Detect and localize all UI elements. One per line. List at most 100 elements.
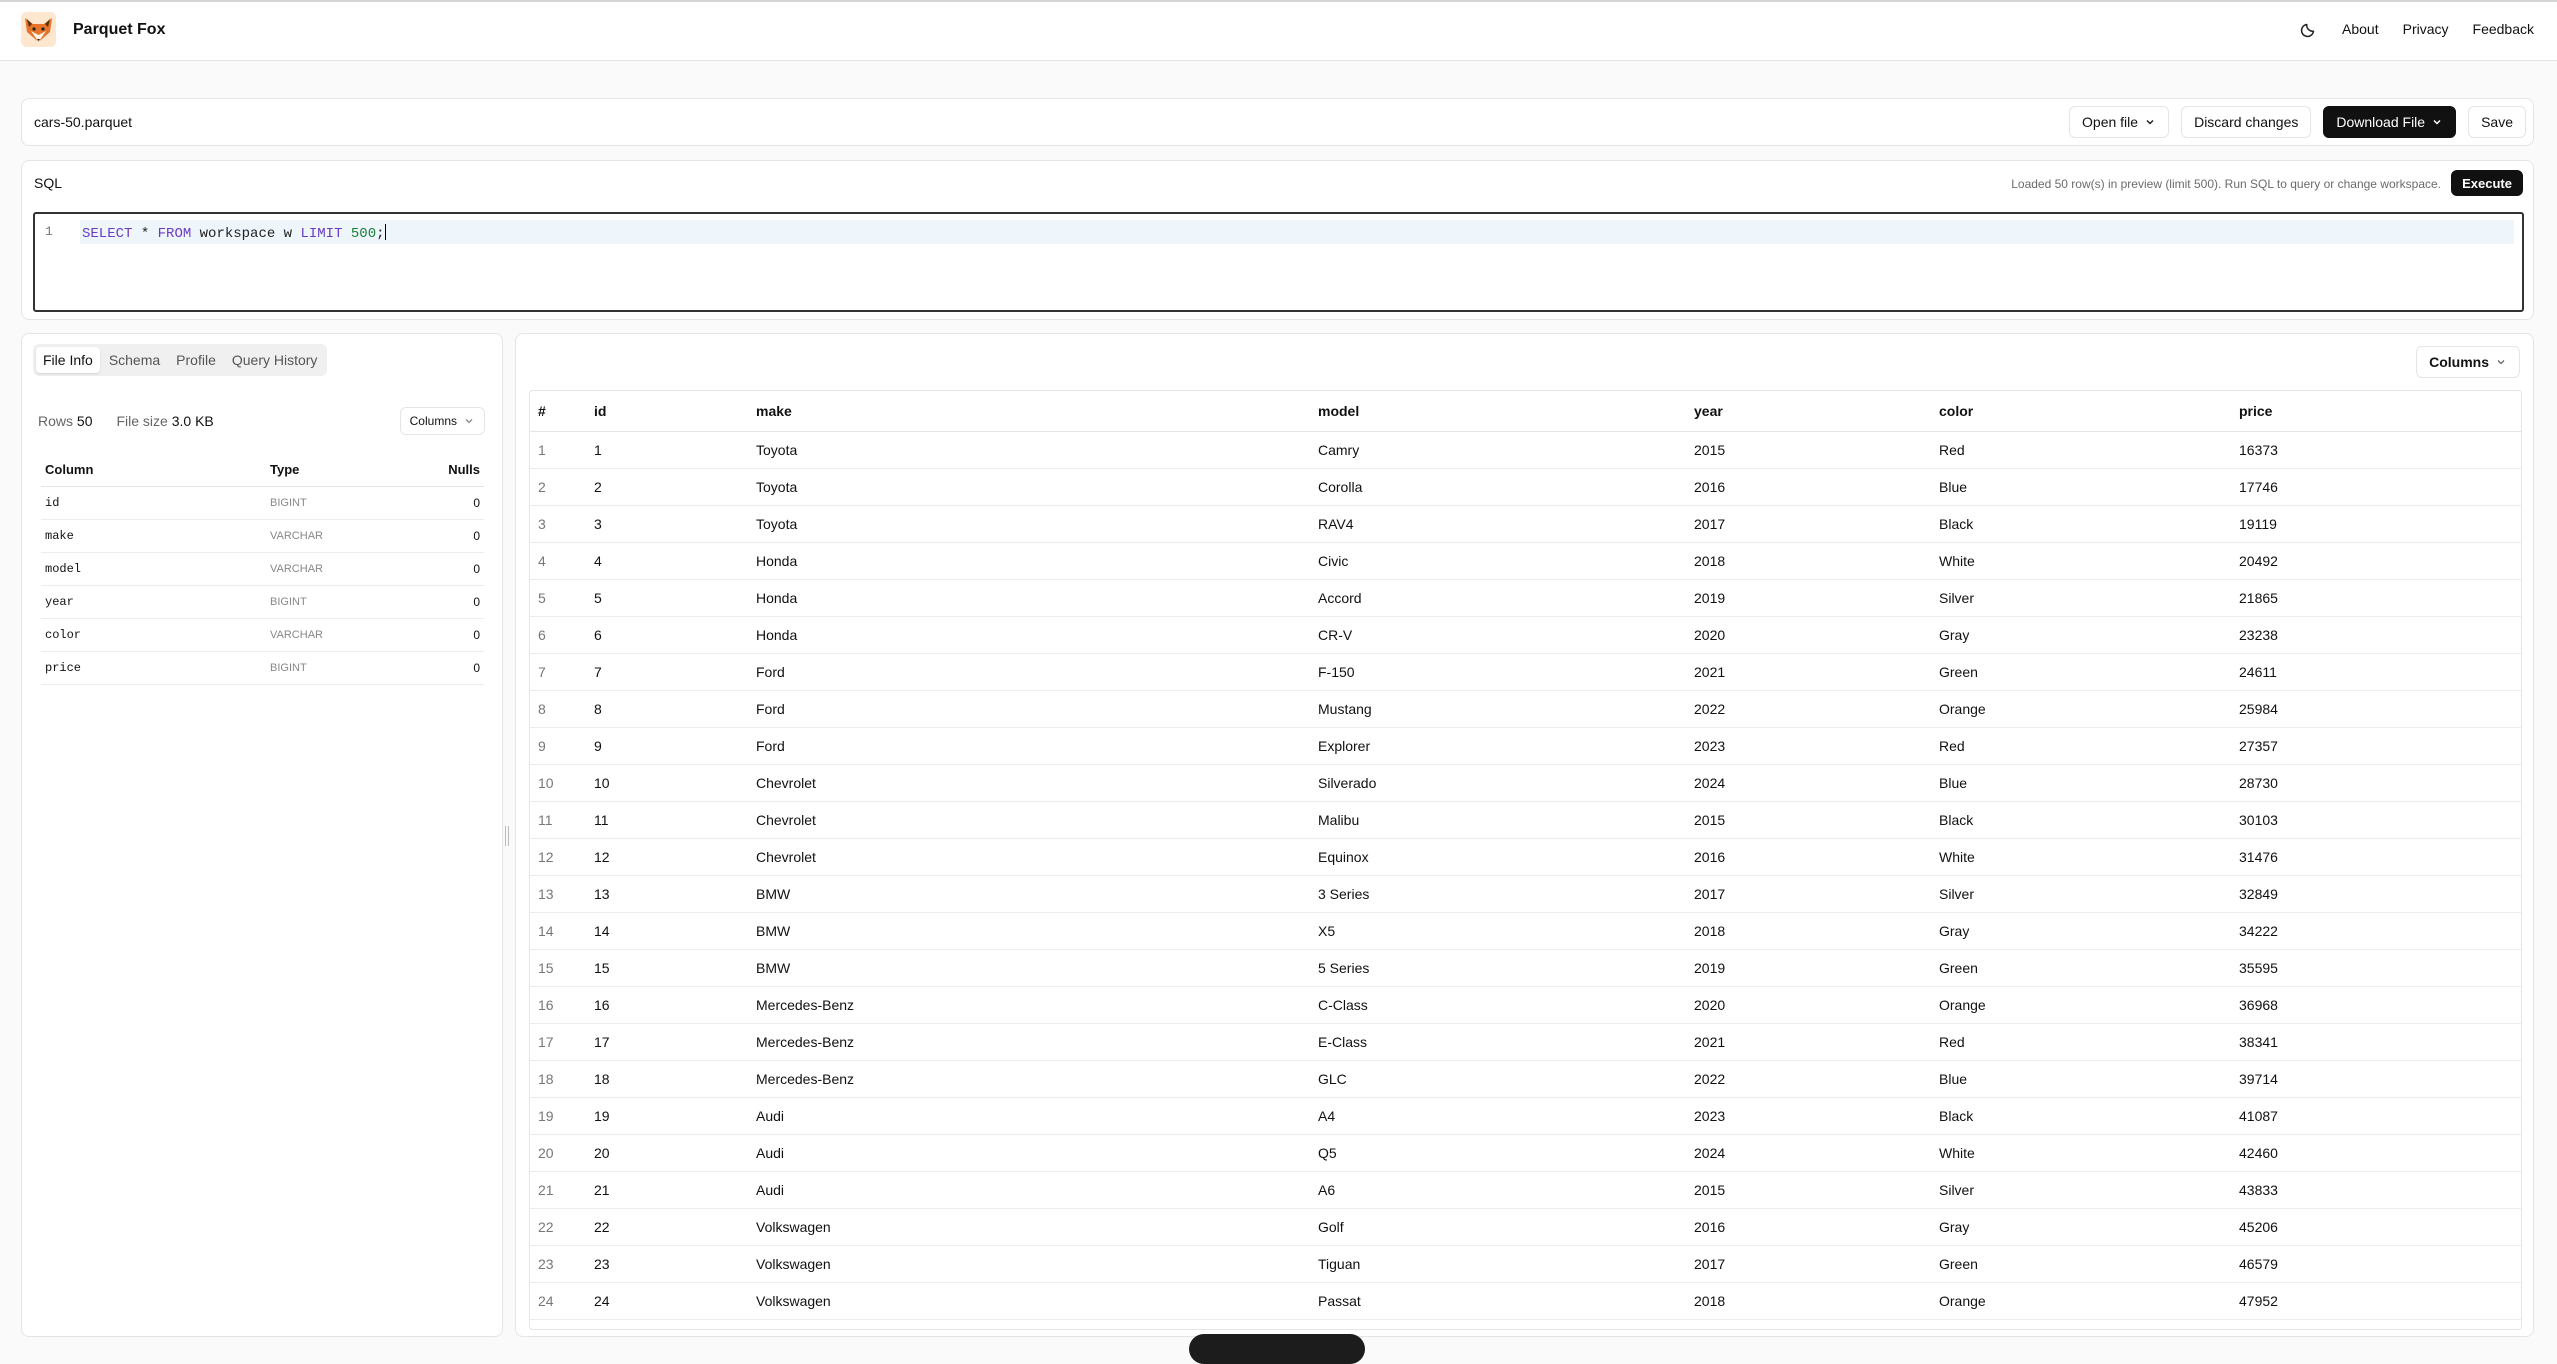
table-row[interactable]: 11 11 Chevrolet Malibu 2015 Black 30103 <box>530 801 2521 839</box>
schema-column-type: BIGINT <box>266 486 398 520</box>
table-row[interactable]: 16 16 Mercedes-Benz C-Class 2020 Orange 36968 <box>530 986 2521 1024</box>
download-file-button[interactable]: Download File <box>2323 106 2457 138</box>
table-row[interactable]: 21 21 Audi A6 2015 Silver 43833 <box>530 1171 2521 1209</box>
open-file-button[interactable]: Open file <box>2069 106 2170 138</box>
tab-file-info[interactable]: File Info <box>36 347 100 373</box>
table-cell: 20492 <box>2231 542 2521 580</box>
results-col-header[interactable]: color <box>1931 391 2231 432</box>
results-col-header[interactable]: year <box>1686 391 1931 432</box>
table-cell: 2016 <box>1686 1208 1931 1246</box>
table-row[interactable]: 13 13 BMW 3 Series 2017 Silver 32849 <box>530 875 2521 913</box>
table-row[interactable]: 9 9 Ford Explorer 2023 Red 27357 <box>530 727 2521 765</box>
nav-privacy-link[interactable]: Privacy <box>2403 21 2449 37</box>
table-cell: Camry <box>1310 431 1686 469</box>
table-row[interactable]: 5 5 Honda Accord 2019 Silver 21865 <box>530 579 2521 617</box>
table-row[interactable]: 7 7 Ford F-150 2021 Green 24611 <box>530 653 2521 691</box>
table-cell: Honda <box>748 616 1310 654</box>
results-columns-button[interactable]: Columns <box>2416 346 2520 378</box>
sql-keyword: SELECT <box>82 226 133 242</box>
table-cell: A4 <box>1310 1097 1686 1135</box>
table-row[interactable]: 6 6 Honda CR-V 2020 Gray 23238 <box>530 616 2521 654</box>
table-cell: 2015 <box>1686 1171 1931 1209</box>
sql-code[interactable]: SELECT * FROM workspace w LIMIT 500; <box>80 220 2514 244</box>
results-col-header[interactable]: price <box>2231 391 2521 432</box>
table-row[interactable]: 10 10 Chevrolet Silverado 2024 Blue 28730 <box>530 764 2521 802</box>
table-cell: Gray <box>1931 1208 2231 1246</box>
sql-editor[interactable]: 1 SELECT * FROM workspace w LIMIT 500; <box>33 212 2524 312</box>
table-cell: 16 <box>586 986 748 1024</box>
results-table-container[interactable]: # id make model year color price 1 1 Toyota Camry… <box>529 390 2522 1330</box>
table-row[interactable]: 2 2 Toyota Corolla 2016 Blue 17746 <box>530 468 2521 506</box>
discard-changes-button[interactable]: Discard changes <box>2181 106 2312 138</box>
table-row[interactable]: 19 19 Audi A4 2023 Black 41087 <box>530 1097 2521 1135</box>
table-cell: 32849 <box>2231 875 2521 913</box>
brand[interactable]: Parquet Fox <box>21 12 165 47</box>
table-cell: Malibu <box>1310 801 1686 839</box>
table-row[interactable]: 18 18 Mercedes-Benz GLC 2022 Blue 39714 <box>530 1060 2521 1098</box>
save-button[interactable]: Save <box>2468 106 2526 138</box>
table-row[interactable]: 23 23 Volkswagen Tiguan 2017 Green 46579 <box>530 1245 2521 1283</box>
tab-query-history[interactable]: Query History <box>225 347 325 373</box>
table-cell: 21865 <box>2231 579 2521 617</box>
table-cell: Toyota <box>748 505 1310 543</box>
table-cell: Silverado <box>1310 764 1686 802</box>
resize-handle[interactable] <box>505 826 509 846</box>
table-row[interactable]: 3 3 Toyota RAV4 2017 Black 19119 <box>530 505 2521 543</box>
table-cell: Ford <box>748 727 1310 765</box>
table-cell: 2022 <box>1686 690 1931 728</box>
results-col-header[interactable]: model <box>1310 391 1686 432</box>
nav-about-link[interactable]: About <box>2342 21 2379 37</box>
row-number: 18 <box>530 1060 586 1098</box>
table-row[interactable]: 1 1 Toyota Camry 2015 Red 16373 <box>530 431 2521 469</box>
results-col-header[interactable]: # <box>530 391 586 432</box>
moon-icon[interactable] <box>2300 20 2318 38</box>
table-cell: 11 <box>586 801 748 839</box>
table-row[interactable]: 14 14 BMW X5 2018 Gray 34222 <box>530 912 2521 950</box>
tab-schema[interactable]: Schema <box>102 347 167 373</box>
table-cell: 2021 <box>1686 653 1931 691</box>
table-cell: Blue <box>1931 468 2231 506</box>
table-row[interactable]: 12 12 Chevrolet Equinox 2016 White 31476 <box>530 838 2521 876</box>
table-cell: 42460 <box>2231 1134 2521 1172</box>
table-row[interactable]: 4 4 Honda Civic 2018 White 20492 <box>530 542 2521 580</box>
table-row[interactable]: 8 8 Ford Mustang 2022 Orange 25984 <box>530 690 2521 728</box>
table-cell: Explorer <box>1310 727 1686 765</box>
results-col-header[interactable]: id <box>586 391 748 432</box>
tab-profile[interactable]: Profile <box>169 347 223 373</box>
table-cell: 34222 <box>2231 912 2521 950</box>
table-cell: C-Class <box>1310 986 1686 1024</box>
table-row[interactable]: 17 17 Mercedes-Benz E-Class 2021 Red 38341 <box>530 1023 2521 1061</box>
table-row[interactable]: 20 20 Audi Q5 2024 White 42460 <box>530 1134 2521 1172</box>
schema-col-header[interactable]: Nulls <box>397 454 484 487</box>
schema-columns-button[interactable]: Columns <box>399 407 485 435</box>
results-panel: Columns # id make model year color price 1 1 Toy… <box>515 333 2534 1337</box>
table-cell: 2020 <box>1686 986 1931 1024</box>
results-col-header[interactable]: make <box>748 391 1310 432</box>
row-number: 8 <box>530 690 586 728</box>
table-row[interactable]: 15 15 BMW 5 Series 2019 Green 35595 <box>530 949 2521 987</box>
table-row[interactable]: 24 24 Volkswagen Passat 2018 Orange 47952 <box>530 1282 2521 1320</box>
schema-col-header[interactable]: Column <box>41 454 266 487</box>
table-cell: 18 <box>586 1060 748 1098</box>
schema-col-header[interactable]: Type <box>266 454 398 487</box>
row-number: 16 <box>530 986 586 1024</box>
info-tabs: File Info Schema Profile Query History <box>33 344 328 376</box>
table-cell: 2024 <box>1686 764 1931 802</box>
schema-row: id BIGINT 0 <box>41 486 484 520</box>
table-cell: Mercedes-Benz <box>748 986 1310 1024</box>
table-cell: 14 <box>586 912 748 950</box>
table-cell: 19 <box>586 1097 748 1135</box>
sql-status: Loaded 50 row(s) in preview (limit 500).… <box>2011 177 2441 191</box>
line-number: 1 <box>45 224 53 239</box>
table-cell: E-Class <box>1310 1023 1686 1061</box>
table-cell: 31476 <box>2231 838 2521 876</box>
table-row[interactable]: 22 22 Volkswagen Golf 2016 Gray 45206 <box>530 1208 2521 1246</box>
sql-identifier: workspace w <box>191 226 301 242</box>
nav-feedback-link[interactable]: Feedback <box>2473 21 2534 37</box>
execute-button[interactable]: Execute <box>2451 170 2523 196</box>
table-cell: Ford <box>748 653 1310 691</box>
table-cell: BMW <box>748 875 1310 913</box>
floating-toolbar[interactable] <box>1189 1334 1365 1364</box>
table-cell: 2015 <box>1686 801 1931 839</box>
table-cell: Blue <box>1931 1060 2231 1098</box>
